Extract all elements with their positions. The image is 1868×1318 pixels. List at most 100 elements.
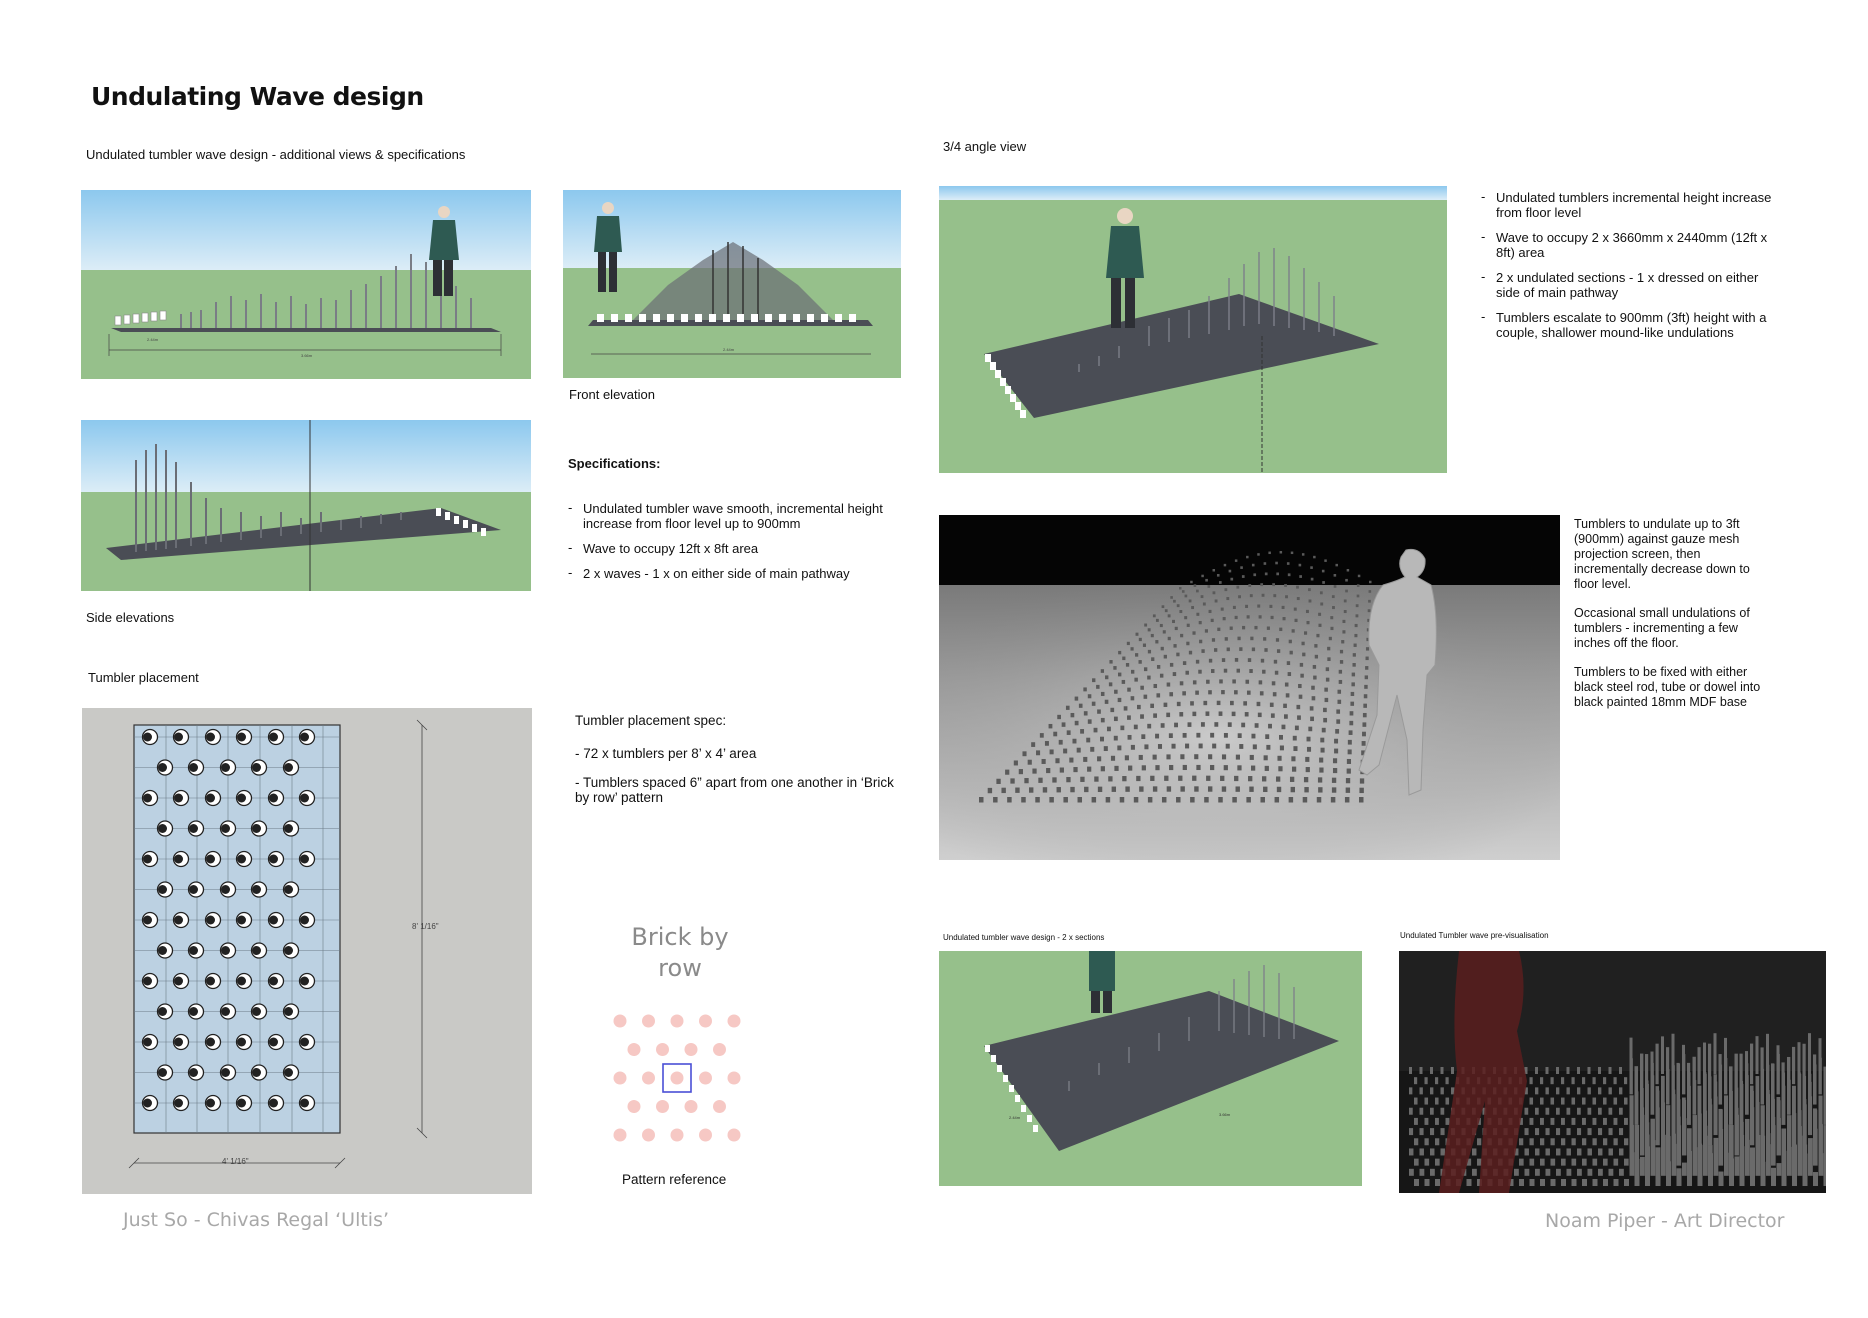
tumbler-dot: [250, 820, 268, 837]
pattern-dot: [684, 1100, 698, 1113]
render-notes: Tumblers to undulate up to 3ft (900mm) a…: [1574, 517, 1774, 710]
sections-image: 2.44m 3.66m: [939, 951, 1362, 1186]
tumbler-dot: [172, 850, 190, 868]
pattern-dot: [727, 1128, 741, 1142]
dimension-height-label: 8' 1/16": [412, 922, 439, 931]
tumbler-dot: [204, 972, 222, 990]
tumbler-dot: [267, 789, 285, 807]
render-note: Occasional small undulations of tumblers…: [1574, 606, 1750, 650]
tumbler-dot: [219, 1003, 237, 1020]
tumbler-dot: [235, 911, 253, 929]
tumbler-dot: [172, 972, 190, 990]
placement-spec-item: - Tumblers spaced 6” apart from one anot…: [575, 775, 894, 805]
tumbler-dot: [219, 820, 237, 837]
tumbler-dot: [204, 789, 222, 807]
render-note: Tumblers to undulate up to 3ft (900mm) a…: [1574, 517, 1750, 591]
tumbler-dot: [250, 1003, 268, 1020]
tumbler-dot: [204, 1094, 222, 1112]
footer-project: Just So - Chivas Regal ‘Ultis’: [123, 1209, 390, 1231]
angle-bullet: Undulated tumblers incremental height in…: [1481, 189, 1783, 220]
pattern-dot: [670, 1071, 684, 1085]
tumbler-dot: [204, 850, 222, 868]
tumbler-dot: [235, 972, 253, 990]
tumbler-dot: [172, 1094, 190, 1112]
pattern-dot: [684, 1043, 698, 1056]
side-elevation-caption: Side elevations: [86, 610, 175, 625]
tumbler-dot: [156, 820, 174, 837]
tumbler-dot: [235, 1033, 253, 1051]
svg-text:3.66m: 3.66m: [1219, 1112, 1231, 1117]
page-title: Undulating Wave design: [91, 82, 424, 111]
tumbler-dot: [235, 850, 253, 868]
tumbler-dot: [282, 759, 300, 776]
pattern-dot: [727, 1014, 741, 1028]
tumbler-dot: [298, 1094, 316, 1112]
tumbler-dot: [156, 1003, 174, 1020]
tumbler-dot: [141, 789, 159, 807]
tumbler-dot: [156, 1064, 174, 1081]
pattern-dot: [699, 1014, 712, 1028]
tumbler-dot: [250, 1064, 268, 1081]
placement-spec-block: Tumbler placement spec: - 72 x tumblers …: [575, 713, 895, 805]
placement-spec-item: - 72 x tumblers per 8’ x 4’ area: [575, 746, 757, 761]
angle-bullet: Wave to occupy 2 x 3660mm x 2440mm (12ft…: [1481, 229, 1783, 260]
angle-view-image: [939, 186, 1447, 473]
tumbler-dot: [141, 972, 159, 990]
tumbler-dot: [282, 1064, 300, 1081]
tumbler-dot: [267, 972, 285, 990]
angle-view-caption: 3/4 angle view: [943, 139, 1027, 154]
tumbler-dot: [156, 881, 174, 898]
dimension-width-label: 4' 1/16": [222, 1157, 249, 1166]
tumbler-dot: [219, 942, 237, 959]
tumbler-dot: [298, 972, 316, 990]
tumbler-dot: [298, 728, 316, 746]
pattern-dot: [699, 1128, 712, 1142]
angle-bullet: Tumblers escalate to 900mm (3ft) height …: [1481, 309, 1783, 340]
pattern-dot: [670, 1014, 684, 1028]
side-elevation-image: [81, 420, 531, 591]
previs-caption: Undulated Tumbler wave pre-visualisation: [1400, 931, 1549, 940]
footer-credit: Noam Piper - Art Director: [1545, 1210, 1785, 1232]
tumbler-dot: [298, 1033, 316, 1051]
tumbler-dot: [298, 850, 316, 868]
tumbler-dot: [172, 911, 190, 929]
pattern-dot: [670, 1128, 684, 1142]
render-note: Tumblers to be fixed with either black s…: [1574, 665, 1761, 709]
pattern-dot: [713, 1100, 726, 1113]
tumbler-dot: [235, 728, 253, 746]
svg-text:3.66m: 3.66m: [301, 353, 313, 358]
pattern-dot: [713, 1043, 726, 1056]
tumbler-dot: [250, 759, 268, 776]
pattern-dot: [642, 1071, 655, 1085]
pattern-dot: [642, 1014, 655, 1028]
tumbler-dot: [141, 1094, 159, 1112]
pattern-dot: [613, 1014, 627, 1028]
pattern-title: Brick by row: [631, 923, 729, 982]
previs-image: [1399, 951, 1826, 1193]
tumbler-dot: [282, 881, 300, 898]
specifications-heading: Specifications:: [568, 456, 661, 471]
placement-plan-drawing: [82, 708, 532, 1194]
tumbler-dot: [250, 942, 268, 959]
tumbler-dot: [267, 911, 285, 929]
tumbler-dot: [187, 759, 205, 776]
tumbler-dot: [250, 881, 268, 898]
perspective-elevation-image: 2.44m 3.66m: [81, 190, 531, 379]
angle-view-bullet-list: Undulated tumblers incremental height in…: [1481, 189, 1783, 340]
front-elevation-image: 2.44m: [563, 190, 901, 378]
pattern-dot: [656, 1100, 669, 1113]
pattern-dot: [642, 1128, 655, 1142]
spec-item: Undulated tumbler wave smooth, increment…: [568, 500, 908, 531]
tumbler-dot: [204, 728, 222, 746]
specifications-list: Undulated tumbler wave smooth, increment…: [568, 500, 908, 581]
tumbler-dot: [187, 881, 205, 898]
pattern-dot: [727, 1071, 741, 1085]
pattern-dot: [613, 1071, 627, 1085]
tumbler-dot: [156, 942, 174, 959]
subtitle: Undulated tumbler wave design - addition…: [86, 147, 466, 162]
tumbler-dot: [172, 728, 190, 746]
tumbler-dot: [141, 850, 159, 868]
wave-render-image: [939, 515, 1560, 860]
tumbler-dot: [187, 1003, 205, 1020]
tumbler-dot: [187, 942, 205, 959]
